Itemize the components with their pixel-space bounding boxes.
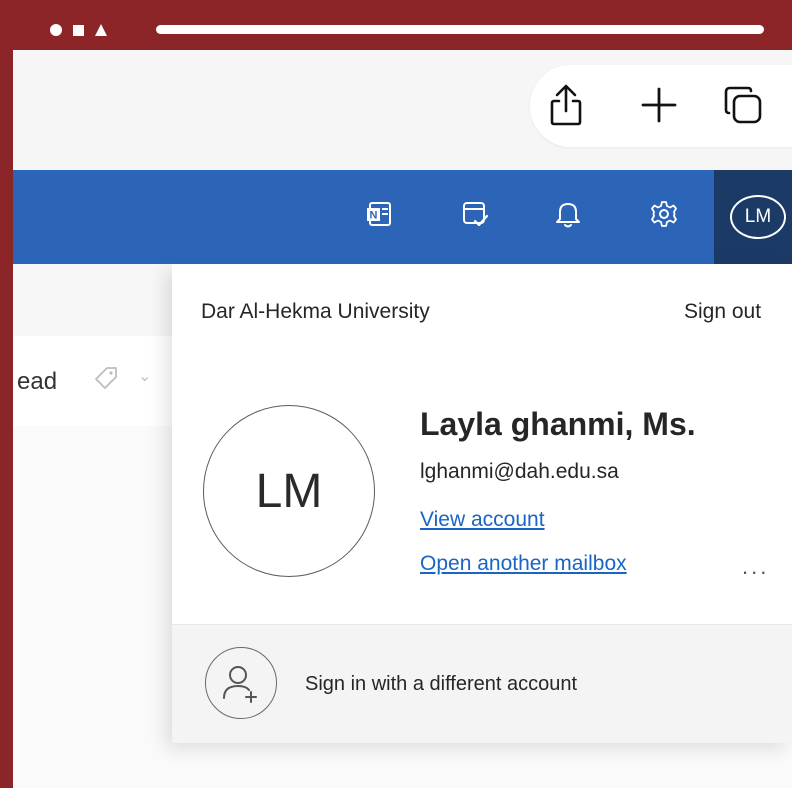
user-email: lghanmi@dah.edu.sa xyxy=(420,460,619,483)
account-avatar-button[interactable]: LM xyxy=(730,195,786,239)
account-avatar: LM xyxy=(203,405,375,577)
circle-shape-icon[interactable] xyxy=(50,24,62,36)
gear-icon xyxy=(651,201,677,227)
mail-list-area xyxy=(13,426,173,788)
organization-name: Dar Al-Hekma University xyxy=(201,300,430,323)
tag-icon[interactable] xyxy=(90,362,122,394)
settings-button[interactable] xyxy=(647,197,681,231)
todo-button[interactable] xyxy=(458,197,492,231)
user-name: Layla ghanmi, Ms. xyxy=(420,406,696,442)
mail-list-header xyxy=(13,264,173,336)
sign-out-link[interactable]: Sign out xyxy=(684,300,761,324)
open-another-mailbox-link[interactable]: Open another mailbox xyxy=(420,552,627,576)
share-button[interactable] xyxy=(541,80,591,130)
onenote-button[interactable]: N xyxy=(362,197,396,231)
todo-icon xyxy=(463,202,489,227)
sign-in-different-account[interactable]: Sign in with a different account xyxy=(305,673,577,696)
add-account-icon[interactable] xyxy=(205,647,277,719)
notifications-button[interactable] xyxy=(551,197,585,231)
window-left-border xyxy=(0,50,13,788)
more-options-button[interactable]: ... xyxy=(742,554,769,580)
tabs-icon xyxy=(724,86,762,124)
new-tab-button[interactable] xyxy=(634,80,684,130)
bottom-area xyxy=(13,742,792,788)
chevron-down-icon[interactable]: ⌄ xyxy=(138,366,151,386)
person-add-icon xyxy=(223,666,257,703)
view-account-link[interactable]: View account xyxy=(420,508,545,532)
share-icon xyxy=(550,84,582,126)
bell-icon xyxy=(556,203,580,228)
mark-read-label[interactable]: ead xyxy=(17,368,57,396)
window-controls xyxy=(50,23,107,37)
triangle-shape-icon[interactable] xyxy=(95,24,107,36)
square-shape-icon[interactable] xyxy=(73,24,84,36)
onenote-icon: N xyxy=(367,202,391,226)
address-bar[interactable] xyxy=(156,25,764,34)
plus-icon xyxy=(641,87,677,123)
svg-text:N: N xyxy=(370,210,378,222)
tab-overview-button[interactable] xyxy=(718,80,768,130)
